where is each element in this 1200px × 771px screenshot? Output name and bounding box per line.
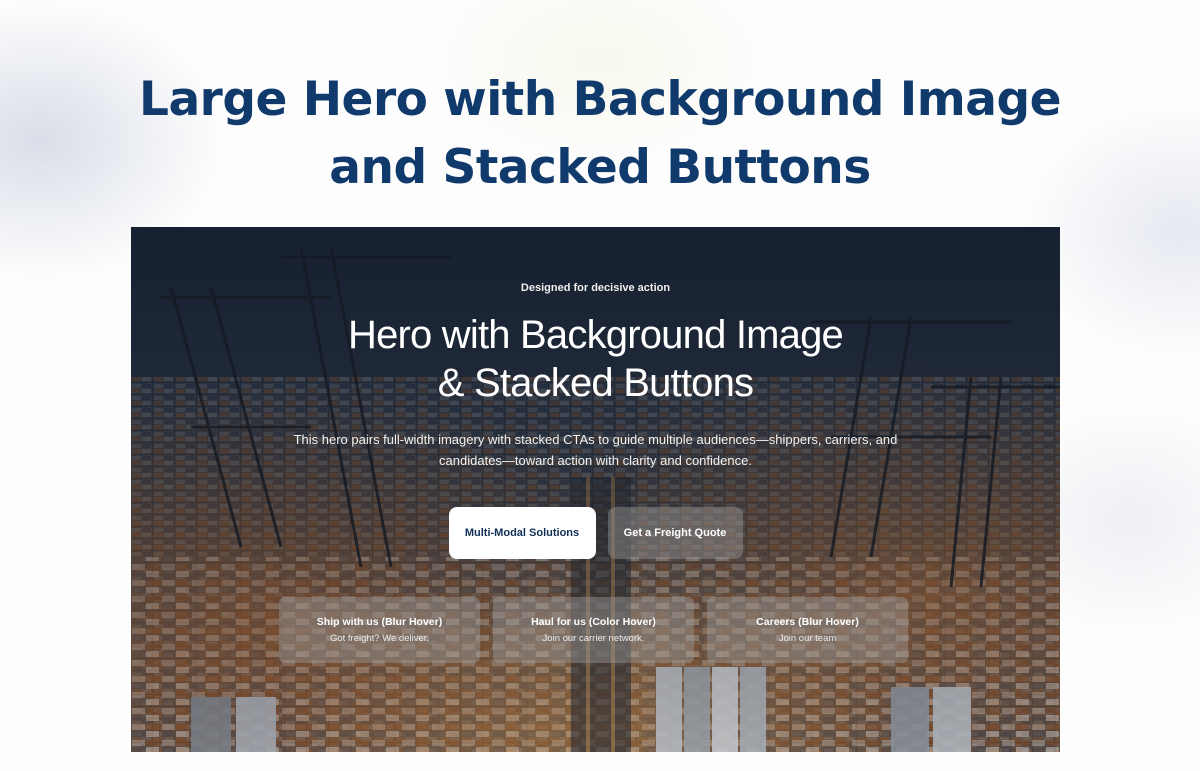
page-heading-line-2: and Stacked Buttons [329,140,871,195]
get-freight-quote-button[interactable]: Get a Freight Quote [607,507,743,559]
hero-title-line-1: Hero with Background Image [347,313,844,357]
hero-title-line-2: & Stacked Buttons [437,361,754,405]
multi-modal-solutions-button[interactable]: Multi-Modal Solutions [448,507,596,559]
hero-title: Hero with Background Image & Stacked But… [131,311,1060,407]
page-heading-line-1: Large Hero with Background Image [139,72,1061,127]
card-title: Ship with us (Blur Hover) [316,616,443,628]
card-title: Careers (Blur Hover) [756,616,859,628]
card-subtitle: Join our team [778,633,837,644]
careers-card[interactable]: Careers (Blur Hover) Join our team [707,597,908,663]
hero-description: This hero pairs full-width imagery with … [293,432,898,468]
hero-section: Designed for decisive action Hero with B… [131,227,1060,752]
card-title: Haul for us (Color Hover) [531,616,656,628]
card-subtitle: Join our carrier network. [542,633,645,644]
page-heading: Large Hero with Background Image and Sta… [0,66,1200,202]
hero-content: Designed for decisive action Hero with B… [131,227,1060,752]
card-subtitle: Got freight? We deliver. [329,633,430,644]
hero-cta-row: Multi-Modal Solutions Get a Freight Quot… [131,507,1060,559]
haul-for-us-card[interactable]: Haul for us (Color Hover) Join our carri… [493,597,694,663]
audience-card-row: Ship with us (Blur Hover) Got freight? W… [279,597,908,663]
hero-eyebrow: Designed for decisive action [520,282,671,294]
ship-with-us-card[interactable]: Ship with us (Blur Hover) Got freight? W… [279,597,480,663]
